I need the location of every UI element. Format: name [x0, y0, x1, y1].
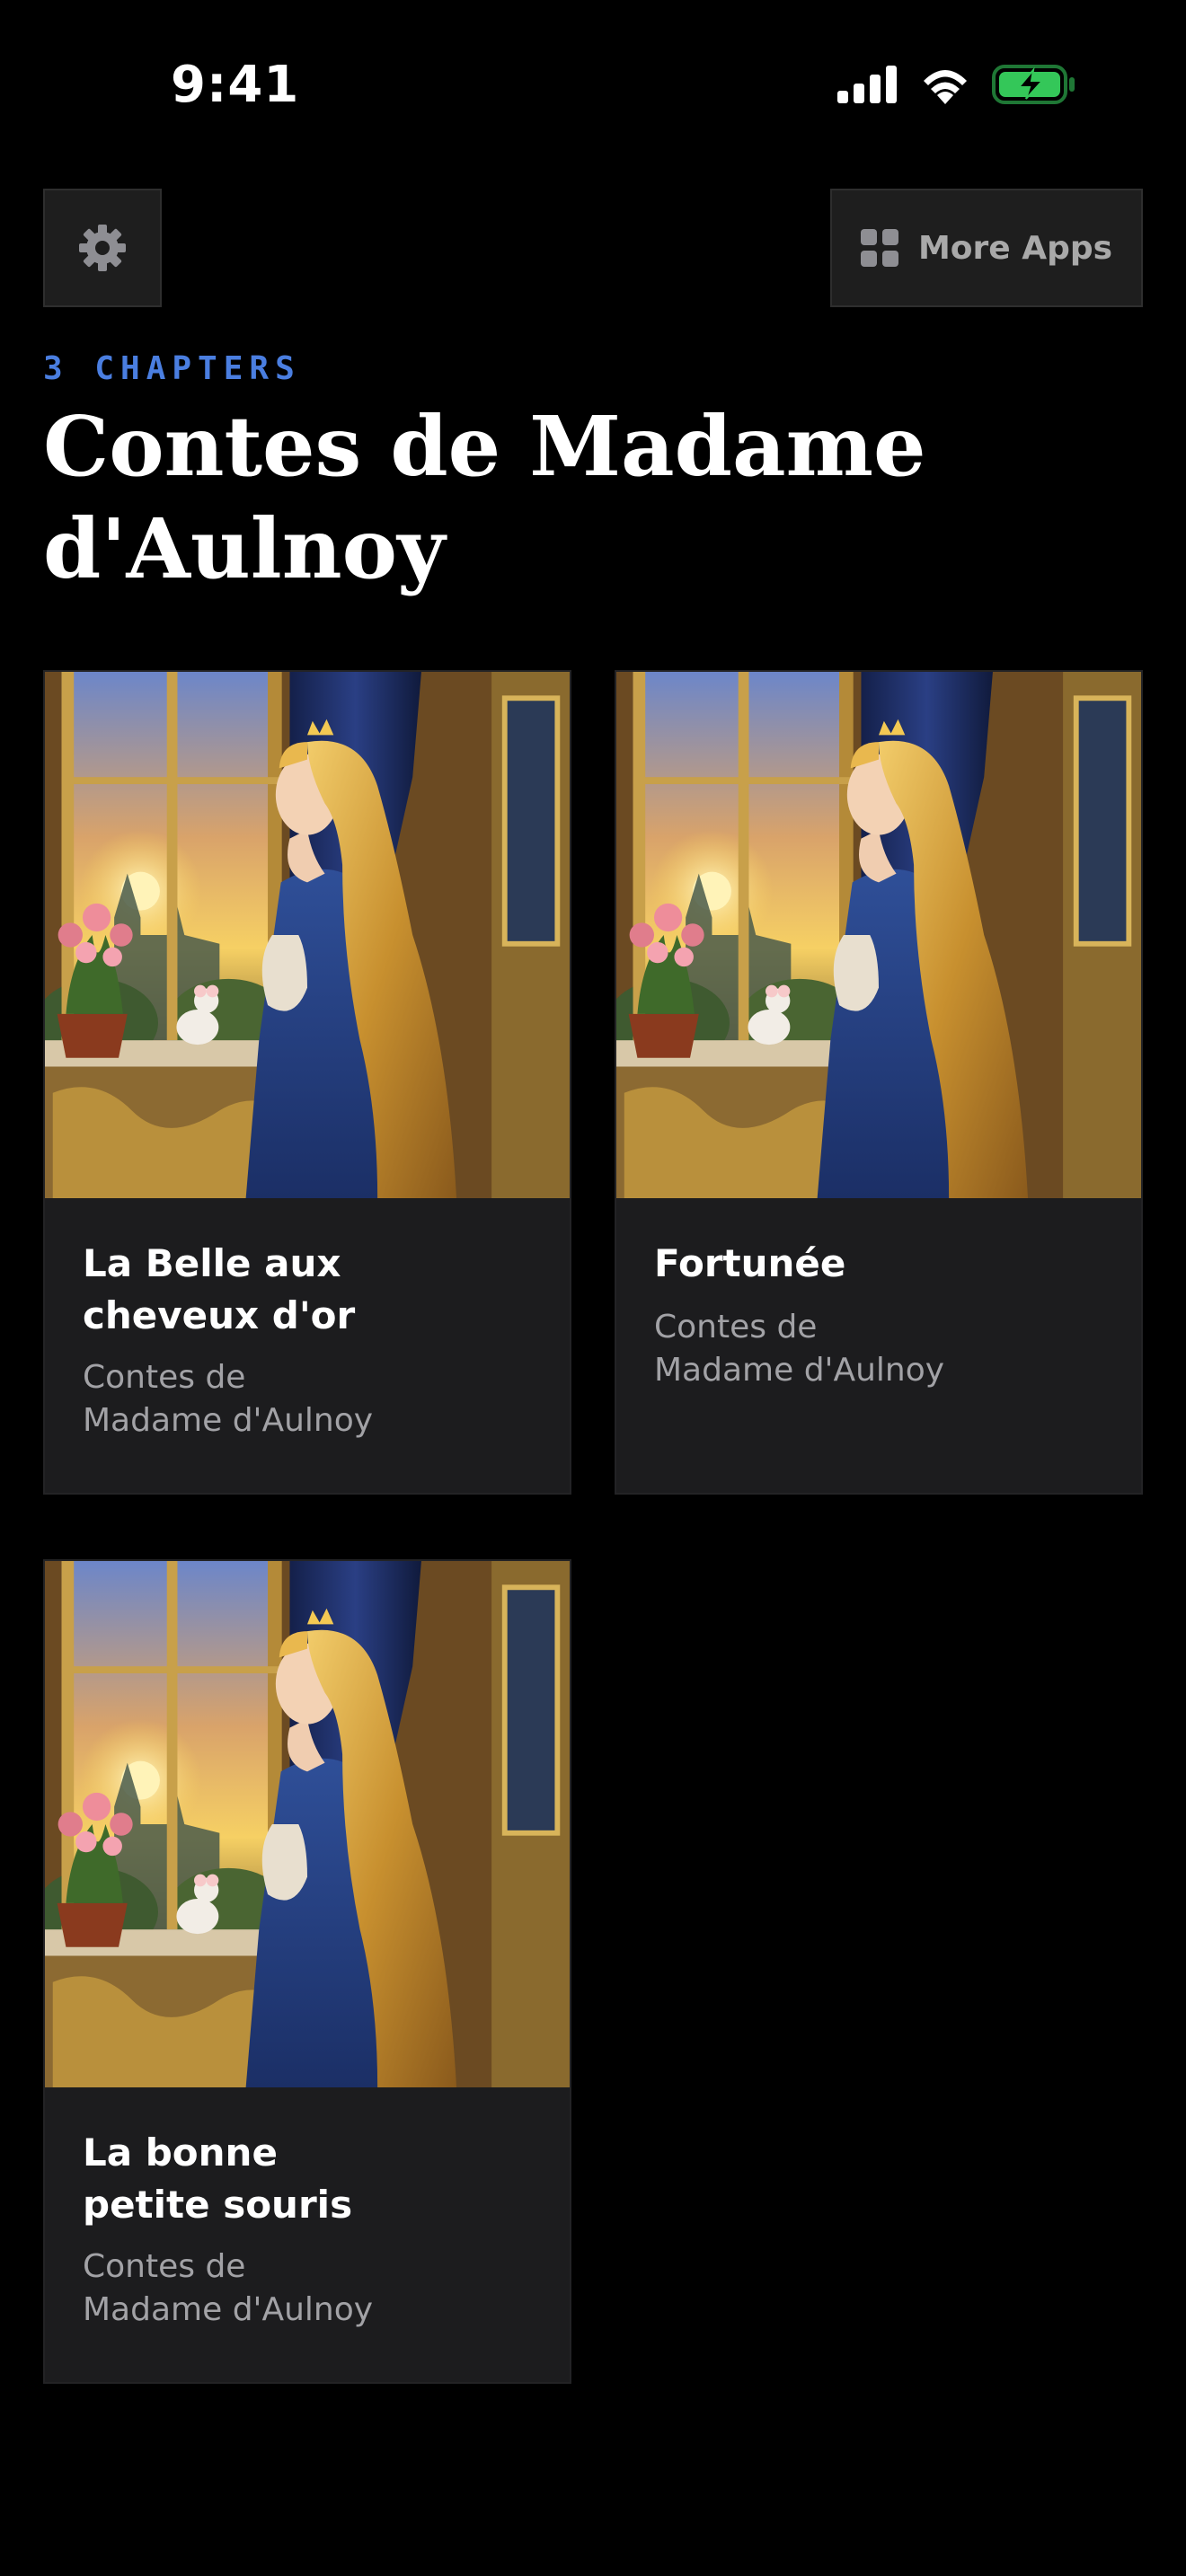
chapter-card[interactable]: La bonne petite souris Contes de Madame … [43, 1559, 571, 2384]
chapter-title: La Belle aux cheveux d'or [83, 1241, 356, 1337]
grid-icon [860, 229, 898, 267]
chapter-count: 3 CHAPTERS [43, 350, 301, 387]
chapter-subtitle: Contes de Madame d'Aulnoy [654, 1309, 945, 1389]
chapter-title: Fortunée [654, 1241, 846, 1285]
chapter-card[interactable]: Fortunée Contes de Madame d'Aulnoy [615, 670, 1143, 1495]
chapter-card[interactable]: La Belle aux cheveux d'or Contes de Mada… [43, 670, 571, 1495]
settings-button[interactable] [43, 189, 162, 307]
chapter-cover-image [616, 672, 1141, 1198]
status-time: 9:41 [171, 56, 300, 114]
status-icons [837, 65, 1076, 104]
more-apps-button[interactable]: More Apps [830, 189, 1143, 307]
chapter-cover-image [45, 1561, 570, 2087]
battery-charging-icon [992, 65, 1075, 104]
gear-icon [79, 225, 126, 271]
wifi-icon [924, 70, 967, 104]
status-bar: 9:41 [0, 0, 1186, 171]
signal-icon [837, 66, 897, 103]
chapter-subtitle: Contes de Madame d'Aulnoy [83, 2248, 374, 2328]
page-title: Contes de Madame d'Aulnoy [43, 398, 926, 597]
chapter-title: La bonne petite souris [83, 2130, 353, 2227]
more-apps-label: More Apps [917, 229, 1113, 267]
chapter-subtitle: Contes de Madame d'Aulnoy [83, 1359, 374, 1439]
chapter-cover-image [45, 672, 570, 1198]
